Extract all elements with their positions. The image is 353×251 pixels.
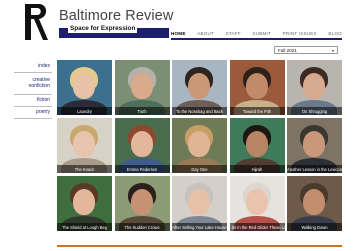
category-sidebar: index creative nonfiction fiction poetry	[14, 61, 52, 119]
tile-caption: The Shield at Lough Beg	[57, 223, 112, 231]
nav-submit[interactable]: SUBMIT	[252, 31, 271, 36]
nav-about[interactable]: ABOUT	[197, 31, 214, 36]
contributor-tile[interactable]: Another Lesson in the Lexicon	[287, 118, 342, 173]
tile-caption: The Knack	[57, 165, 112, 173]
tile-caption: Toward the Pith	[229, 107, 285, 115]
contributor-tile[interactable]: The Shield at Lough Beg	[57, 176, 112, 231]
contributor-tile[interactable]: The Knack	[57, 118, 112, 173]
chevron-down-icon: ▾	[331, 47, 334, 53]
portrait-face	[245, 73, 268, 99]
portrait-face	[73, 131, 95, 157]
site-title[interactable]: Baltimore Review	[59, 8, 173, 24]
issue-select[interactable]: Fall 2021 ▾	[274, 46, 338, 54]
portrait-face	[73, 189, 95, 215]
sidebar-item-poetry[interactable]: poetry	[14, 107, 52, 119]
site-tagline: Space for Expression	[68, 25, 138, 33]
contributor-tile[interactable]: Laundry	[57, 60, 112, 115]
portrait-face	[245, 131, 268, 157]
tile-caption: The Sudden Crows	[114, 223, 170, 231]
portrait-face	[130, 131, 153, 157]
contributor-tile[interactable]: Emma Pedersen	[114, 118, 170, 173]
r-logo-icon[interactable]	[22, 3, 50, 41]
contributor-grid: Laundry Truth To the Nosebag and Back Towar…	[57, 60, 342, 231]
contributor-tile[interactable]: We Sit in the Red Glider These Late	[229, 176, 285, 231]
nav-staff[interactable]: STAFF	[226, 31, 241, 36]
portrait-face	[188, 131, 210, 157]
portrait-face	[303, 131, 325, 157]
portrait-face	[130, 189, 153, 215]
tile-caption: After Selling Your Lake House	[172, 223, 227, 231]
sidebar-item-fiction[interactable]: fiction	[14, 95, 52, 107]
tile-caption: Laundry	[57, 107, 112, 115]
contributor-tile[interactable]: To the Nosebag and Back	[172, 60, 227, 115]
sidebar-item-index[interactable]: index	[14, 61, 52, 73]
nav-print-issues[interactable]: PRINT ISSUES	[283, 31, 317, 36]
nav-blog[interactable]: BLOG	[328, 31, 342, 36]
tile-caption: Another Lesson in the Lexicon	[287, 165, 342, 173]
tile-caption: Walking Down	[287, 223, 342, 231]
portrait-face	[245, 189, 268, 215]
sidebar-item-creative-nonfiction[interactable]: creative nonfiction	[14, 73, 52, 95]
contributor-tile[interactable]: Hijrah	[229, 118, 285, 173]
tile-caption: Emma Pedersen	[114, 165, 170, 173]
contributor-tile[interactable]: On Shrugging	[287, 60, 342, 115]
contributor-tile[interactable]: Truth	[114, 60, 170, 115]
nav-home[interactable]: HOME	[171, 31, 186, 36]
portrait-face	[188, 73, 210, 99]
contributor-tile[interactable]: The Sudden Crows	[114, 176, 170, 231]
contributor-tile[interactable]: After Selling Your Lake House	[172, 176, 227, 231]
portrait-face	[130, 73, 153, 99]
contributor-tile[interactable]: Walking Down	[287, 176, 342, 231]
tile-caption: On Shrugging	[287, 107, 342, 115]
tile-caption: We Sit in the Red Glider These Late	[229, 223, 285, 231]
bottom-divider	[57, 245, 342, 247]
tile-caption: To the Nosebag and Back	[172, 107, 227, 115]
tile-caption: Hijrah	[229, 165, 285, 173]
top-navigation: HOME ABOUT STAFF SUBMIT PRINT ISSUES BLO…	[171, 29, 342, 38]
contributor-tile[interactable]: Day One	[172, 118, 227, 173]
portrait-face	[303, 189, 325, 215]
tile-caption: Truth	[114, 107, 170, 115]
portrait-face	[303, 73, 325, 99]
nav-underline	[171, 38, 342, 40]
portrait-face	[188, 189, 210, 215]
tile-caption: Day One	[172, 165, 227, 173]
portrait-face	[73, 73, 95, 99]
issue-select-value: Fall 2021	[278, 47, 297, 53]
contributor-tile[interactable]: Toward the Pith	[229, 60, 285, 115]
